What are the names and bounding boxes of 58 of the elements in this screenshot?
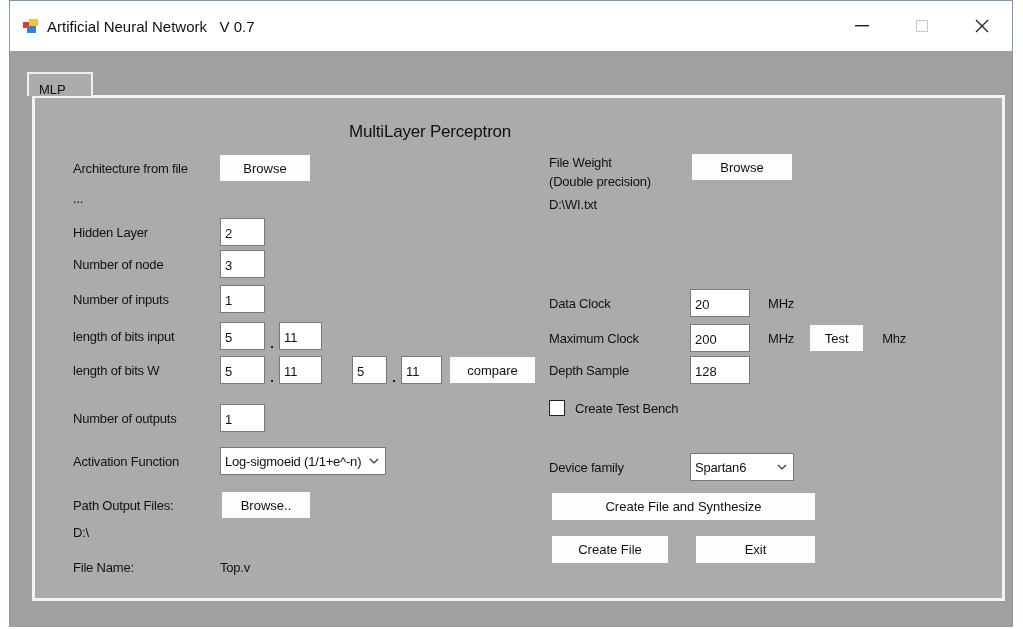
field-label: length of bits W bbox=[73, 362, 161, 378]
field-label: Architecture from file bbox=[73, 160, 189, 176]
button[interactable]: Browse bbox=[220, 155, 310, 181]
button[interactable]: compare bbox=[450, 357, 535, 383]
input-field[interactable]: 20 bbox=[690, 289, 750, 317]
input-field[interactable]: 128 bbox=[690, 356, 750, 384]
field-label: ... bbox=[73, 190, 84, 206]
field-label: Create Test Bench bbox=[575, 400, 679, 416]
field-label: Number of node bbox=[73, 256, 165, 272]
field-label: Maximum Clock bbox=[549, 330, 640, 346]
form-heading: MultiLayer Perceptron bbox=[348, 121, 513, 143]
chevron-down-icon bbox=[369, 458, 380, 464]
field-label: File Weight (Double precision) bbox=[549, 154, 652, 191]
checkbox[interactable] bbox=[549, 400, 565, 416]
field-label: Data Clock bbox=[549, 295, 612, 311]
input-field[interactable]: 1 bbox=[220, 404, 265, 432]
field-label: File Name: bbox=[73, 559, 135, 575]
dropdown[interactable]: Log-sigmoeid (1/1+e^-n) bbox=[220, 447, 387, 475]
window-title: Artificial Neural Network V 0.7 bbox=[47, 17, 256, 35]
input-field[interactable]: 200 bbox=[690, 324, 750, 352]
input-field[interactable]: 11 bbox=[401, 356, 442, 384]
input-field[interactable]: 5 bbox=[220, 356, 265, 384]
field-label: MHz bbox=[768, 330, 795, 346]
decimal-point: . bbox=[269, 338, 275, 350]
field-label: Hidden Layer bbox=[73, 224, 149, 240]
button[interactable]: Create File bbox=[552, 535, 668, 563]
input-field[interactable]: 1 bbox=[220, 285, 265, 313]
input-field[interactable]: 2 bbox=[220, 218, 265, 246]
chevron-down-icon bbox=[777, 464, 787, 470]
field-label: Top.v bbox=[220, 559, 251, 575]
decimal-point: . bbox=[391, 372, 397, 384]
close-icon[interactable] bbox=[975, 19, 989, 33]
button[interactable]: Browse.. bbox=[222, 492, 310, 518]
button[interactable]: Test bbox=[810, 325, 864, 351]
button[interactable]: Create File and Synthesize bbox=[552, 492, 815, 520]
field-label: Number of outputs bbox=[73, 410, 178, 426]
decimal-point: . bbox=[269, 372, 275, 384]
button[interactable]: Exit bbox=[696, 535, 815, 563]
dropdown[interactable]: Spartan6 bbox=[690, 453, 794, 481]
field-label: Mhz bbox=[882, 330, 907, 346]
input-field[interactable]: 5 bbox=[220, 322, 265, 350]
input-field[interactable]: 11 bbox=[279, 356, 322, 384]
field-label: length of bits input bbox=[73, 328, 176, 344]
field-label: D:\WI.txt bbox=[549, 196, 599, 212]
field-label: Device family bbox=[549, 459, 625, 475]
field-label: Depth Sample bbox=[549, 362, 630, 378]
minimize-icon[interactable] bbox=[855, 25, 869, 27]
button[interactable]: Browse bbox=[692, 154, 792, 180]
field-label: Number of inputs bbox=[73, 291, 170, 307]
field-label: Activation Function bbox=[73, 453, 181, 469]
app-icon bbox=[23, 19, 39, 33]
input-field[interactable]: 11 bbox=[279, 322, 322, 350]
field-label: D:\ bbox=[73, 524, 89, 540]
tab[interactable]: MLP bbox=[27, 72, 93, 96]
field-label: Path Output Files: bbox=[73, 497, 175, 513]
input-field[interactable]: 3 bbox=[220, 250, 265, 278]
input-field[interactable]: 5 bbox=[352, 356, 387, 384]
field-label: MHz bbox=[768, 295, 795, 311]
